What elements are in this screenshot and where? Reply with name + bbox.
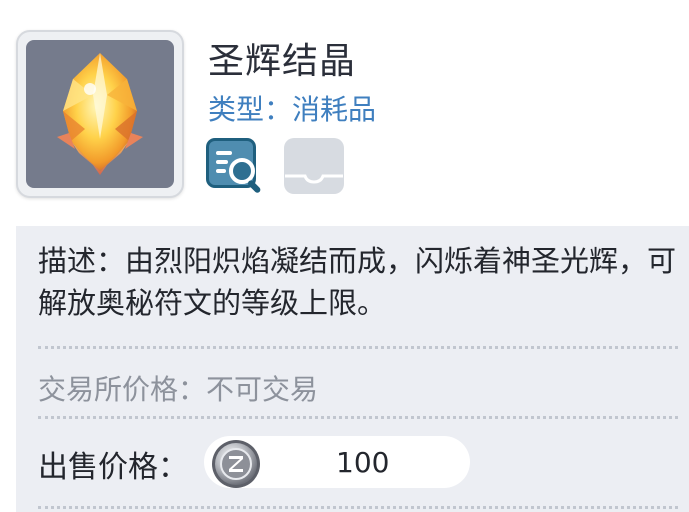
item-icon-frame bbox=[16, 30, 184, 198]
empty-tray-icon bbox=[284, 138, 344, 194]
sell-price-label: 出售价格： bbox=[38, 450, 188, 485]
golden-crystal-icon bbox=[57, 53, 143, 175]
exchange-price-text: 交易所价格：不可交易 bbox=[38, 373, 319, 406]
item-type: 类型：消耗品 bbox=[208, 93, 377, 126]
item-inspect-button[interactable] bbox=[205, 136, 267, 196]
item-description: 描述：由烈阳炽焰凝结而成，闪烁着神圣光辉，可解放奥秘符文的等级上限。 bbox=[38, 244, 677, 320]
dotted-divider bbox=[38, 506, 678, 509]
sell-price-value: 100 bbox=[336, 446, 390, 479]
item-inspect-icon bbox=[206, 138, 261, 193]
dotted-divider bbox=[38, 416, 678, 419]
item-action-icons bbox=[205, 136, 345, 196]
item-name: 圣辉结晶 bbox=[208, 41, 357, 82]
item-details-panel: 描述：由烈阳炽焰凝结而成，闪烁着神圣光辉，可解放奥秘符文的等级上限。 交易所价格… bbox=[16, 226, 689, 512]
zeny-coin-icon bbox=[212, 440, 260, 488]
item-placeholder-slot bbox=[283, 136, 345, 196]
item-icon-background bbox=[26, 40, 174, 188]
dotted-divider bbox=[38, 346, 678, 349]
